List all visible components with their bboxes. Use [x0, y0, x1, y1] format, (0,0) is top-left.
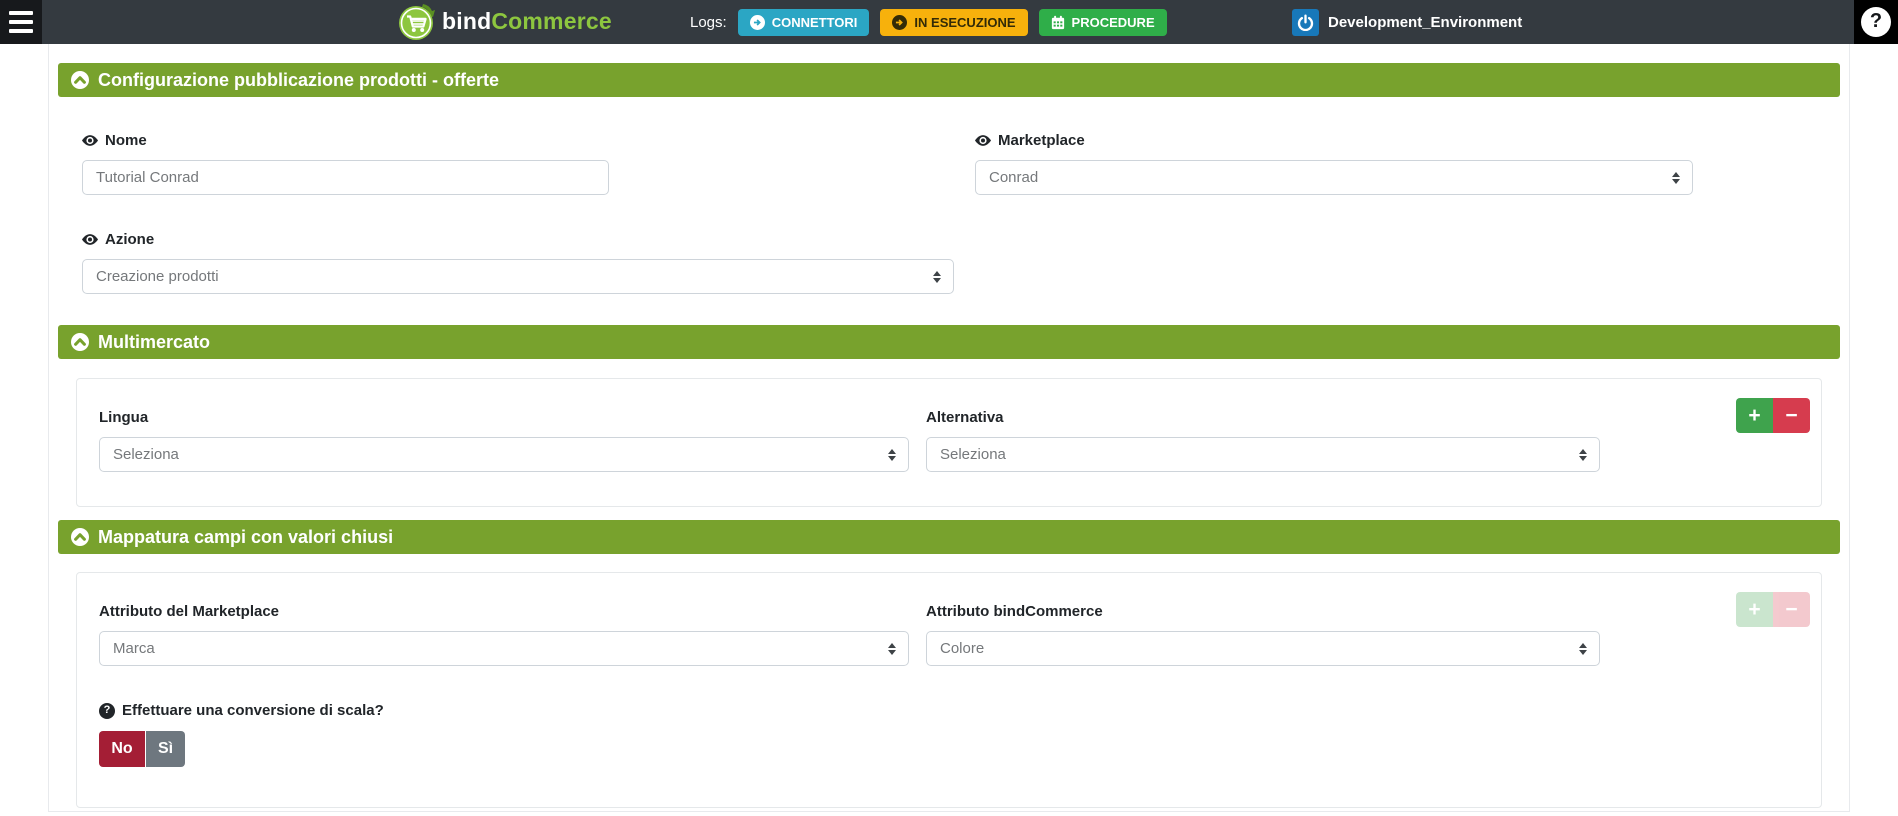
- section-title: Multimercato: [98, 332, 210, 353]
- arrow-right-circle-icon: [892, 15, 907, 30]
- conversione-no-button[interactable]: No: [99, 731, 145, 767]
- hamburger-menu-icon[interactable]: [0, 0, 42, 44]
- mappatura-panel: + − Attributo del Marketplace Marca Attr…: [76, 572, 1822, 808]
- section-title: Mappatura campi con valori chiusi: [98, 527, 393, 548]
- attributo-bindcommerce-label: Attributo bindCommerce: [926, 603, 1799, 620]
- bindcommerce-logo[interactable]: bindCommerce: [396, 1, 612, 42]
- conversione-scala-label: ? Effettuare una conversione di scala?: [99, 702, 1799, 719]
- azione-label: Azione: [82, 231, 1816, 248]
- power-icon: [1292, 9, 1319, 36]
- add-row-button-disabled: +: [1736, 592, 1773, 627]
- question-circle-icon: ?: [99, 703, 115, 719]
- remove-row-button[interactable]: −: [1773, 398, 1810, 433]
- conversione-si-button[interactable]: Sì: [146, 731, 185, 767]
- alternativa-select[interactable]: Seleziona: [926, 437, 1600, 472]
- help-button[interactable]: ?: [1854, 0, 1898, 44]
- azione-select[interactable]: Creazione prodotti: [82, 259, 954, 294]
- logo-text: bindCommerce: [442, 8, 612, 35]
- conversione-toggle: No Sì: [99, 731, 1799, 767]
- logs-toolbar: Logs: CONNETTORI IN ESECUZIONE: [690, 0, 1167, 44]
- alternativa-label: Alternativa: [926, 409, 1799, 426]
- remove-row-button-disabled: −: [1773, 592, 1810, 627]
- section-header-multimercato[interactable]: Multimercato: [58, 325, 1840, 359]
- row-controls-disabled: + −: [1736, 592, 1810, 627]
- row-controls: + −: [1736, 398, 1810, 433]
- eye-icon: [975, 135, 991, 146]
- nome-label: Nome: [82, 132, 975, 149]
- eye-icon: [82, 234, 98, 245]
- logs-in-esecuzione-button[interactable]: IN ESECUZIONE: [880, 9, 1027, 36]
- topbar: bindCommerce Logs: CONNETTORI IN ESECUZI…: [0, 0, 1898, 44]
- marketplace-label: Marketplace: [975, 132, 1816, 149]
- environment-label: Development_Environment: [1328, 14, 1522, 31]
- environment-selector[interactable]: Development_Environment: [1292, 0, 1522, 44]
- main-content: Configurazione pubblicazione prodotti - …: [48, 44, 1850, 812]
- section-title: Configurazione pubblicazione prodotti - …: [98, 70, 499, 91]
- section-header-configurazione[interactable]: Configurazione pubblicazione prodotti - …: [58, 63, 1840, 97]
- question-mark-icon: ?: [1861, 7, 1891, 37]
- add-row-button[interactable]: +: [1736, 398, 1773, 433]
- lingua-select[interactable]: Seleziona: [99, 437, 909, 472]
- calendar-icon: [1051, 15, 1065, 30]
- lingua-label: Lingua: [99, 409, 926, 426]
- multimercato-panel: + − Lingua Seleziona Alternativa: [76, 378, 1822, 507]
- nome-input[interactable]: [82, 160, 609, 195]
- chevron-up-circle-icon: [71, 333, 89, 351]
- attributo-marketplace-select[interactable]: Marca: [99, 631, 909, 666]
- cart-logo-icon: [396, 1, 437, 42]
- logs-label: Logs:: [690, 14, 727, 31]
- logs-procedure-button[interactable]: PROCEDURE: [1039, 9, 1167, 36]
- chevron-up-circle-icon: [71, 528, 89, 546]
- arrow-right-circle-icon: [750, 15, 765, 30]
- eye-icon: [82, 135, 98, 146]
- attributo-bindcommerce-select[interactable]: Colore: [926, 631, 1600, 666]
- logs-connettori-button[interactable]: CONNETTORI: [738, 9, 870, 36]
- chevron-up-circle-icon: [71, 71, 89, 89]
- marketplace-select[interactable]: Conrad: [975, 160, 1693, 195]
- attributo-marketplace-label: Attributo del Marketplace: [99, 603, 926, 620]
- section-header-mappatura[interactable]: Mappatura campi con valori chiusi: [58, 520, 1840, 554]
